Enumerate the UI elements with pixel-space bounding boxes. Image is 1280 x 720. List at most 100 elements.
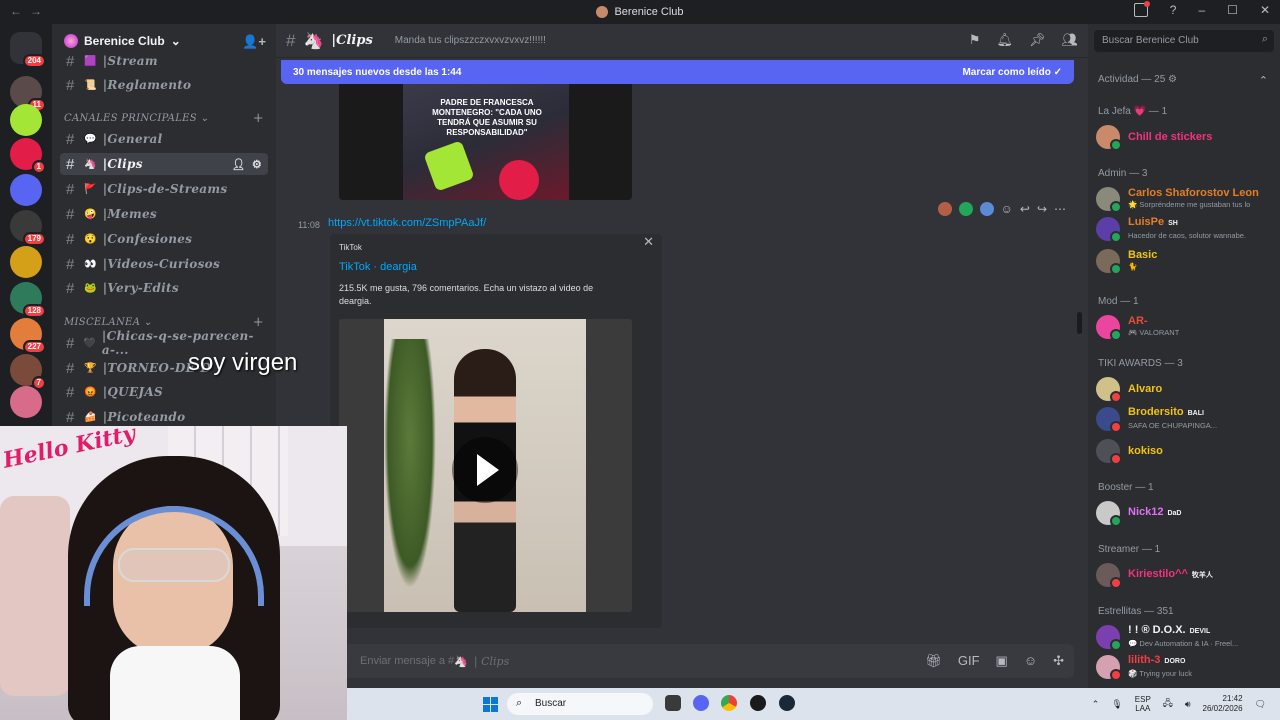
emoji-icon[interactable]: ☺: [1024, 653, 1037, 669]
member-item[interactable]: Basic 🐈: [1096, 246, 1272, 276]
member-item[interactable]: Kiriestilo^^ 牧羊人: [1096, 560, 1272, 590]
reaction-emoji[interactable]: [937, 202, 952, 216]
message-input[interactable]: Enviar mensaje a # 🦄 | Clips 🎁︎ GIF ▣ ☺ …: [334, 644, 1074, 678]
member-item[interactable]: ! ! ® D.O.X. DEVIL 💬 Dev Automation & IA ·…: [1096, 622, 1272, 652]
apps-icon[interactable]: ✣: [1053, 653, 1064, 669]
threads-icon[interactable]: ⚑: [969, 32, 981, 48]
channel-videos-curiosos[interactable]: # 👀 |Videos-Curiosos: [60, 253, 268, 275]
server-icon-6[interactable]: 179: [10, 210, 46, 246]
microphone-icon[interactable]: 🎙︎: [1111, 699, 1122, 710]
invite-icon[interactable]: 👤︎: [232, 158, 246, 171]
avatar: [1096, 125, 1122, 151]
message-link[interactable]: https://vt.tiktok.com/ZSmpPAaJf/: [328, 217, 486, 229]
channel-very-edits[interactable]: # 🐸 |Very-Edits: [60, 277, 268, 299]
server-icon-5[interactable]: [10, 174, 42, 206]
steam-icon[interactable]: [779, 695, 795, 711]
category-header[interactable]: MISCELANEA ⌄ +: [64, 315, 264, 330]
members-icon[interactable]: 👥︎: [1061, 32, 1078, 48]
activity-header[interactable]: Actividad — 25 ⚙: [1098, 74, 1177, 85]
discord-icon[interactable]: [693, 695, 709, 711]
server-icon-4[interactable]: 1: [10, 138, 46, 174]
close-icon[interactable]: ✕: [1260, 3, 1270, 17]
channel-confesiones[interactable]: # 😯 |Confesiones: [60, 228, 268, 250]
forward-icon[interactable]: ↪: [1037, 202, 1047, 216]
maximize-icon[interactable]: ☐: [1227, 3, 1238, 17]
invite-icon[interactable]: 👤+: [242, 34, 266, 50]
taskbar-search[interactable]: ⌕ Buscar: [507, 693, 653, 715]
server-icon-8[interactable]: 128: [10, 282, 46, 318]
inbox-icon[interactable]: [1133, 1, 1150, 17]
member-item[interactable]: lilith-3 DORO 🎲 Trying your luck: [1096, 652, 1272, 682]
chevron-up-icon[interactable]: ⌃: [1259, 74, 1268, 87]
chat-area: # 🦄 |Clips Manda tus clipszzczxvxvzvxvz!…: [276, 24, 1088, 720]
channel-emoji: 😡: [84, 386, 97, 398]
category-header[interactable]: CANALES PRINCIPALES ⌄ +: [64, 111, 264, 126]
pin-icon[interactable]: 📌︎: [1029, 32, 1046, 48]
member-item[interactable]: Chill de stickers: [1096, 122, 1272, 152]
channel-header: # 🦄 |Clips Manda tus clipszzczxvxvzvxvz!…: [276, 24, 1088, 58]
add-channel-icon[interactable]: +: [253, 111, 264, 126]
channel-quejas[interactable]: # 😡 |QUEJAS: [60, 381, 268, 403]
back-arrow-icon[interactable]: ←: [10, 4, 30, 18]
add-reaction-icon[interactable]: ☺: [1001, 202, 1013, 216]
channel-memes[interactable]: # 🤪 |Memes: [60, 203, 268, 225]
forward-arrow-icon[interactable]: →: [30, 4, 50, 18]
sticker-icon[interactable]: ▣: [996, 653, 1008, 669]
chevron-up-icon[interactable]: ⌃: [1092, 699, 1100, 710]
server-icon-11[interactable]: [10, 386, 42, 418]
previous-image-attachment[interactable]: PADRE DE FRANCESCA MONTENEGRO: "CADA UNO…: [339, 84, 632, 200]
server-icon-9[interactable]: 227: [10, 318, 46, 354]
member-item[interactable]: LuisPe SH Hacedor de caos, solutor wannabe…: [1096, 214, 1272, 244]
play-icon[interactable]: [452, 437, 518, 503]
server-icon-10[interactable]: 7: [10, 354, 46, 390]
server-icon-7[interactable]: [10, 246, 42, 278]
channel-picoteando[interactable]: # 🍰 |Picoteando: [60, 406, 268, 428]
more-icon[interactable]: ⋯: [1054, 202, 1066, 216]
channel-topic[interactable]: Manda tus clipszzczxvxvzvxvz!!!!!!: [395, 35, 546, 46]
gift-icon[interactable]: 🎁︎: [925, 653, 942, 669]
help-icon[interactable]: ?: [1170, 3, 1177, 17]
embed-title[interactable]: TikTok · deargia: [339, 261, 417, 273]
scrollbar-thumb[interactable]: [1077, 312, 1082, 334]
channel-name: |Clips: [331, 33, 373, 48]
reaction-emoji[interactable]: [979, 202, 994, 216]
minimize-icon[interactable]: –: [1198, 3, 1205, 17]
channel-clips-de-streams[interactable]: # 🚩 |Clips-de-Streams: [60, 178, 268, 200]
mark-read-button[interactable]: Marcar como leído ✓: [962, 67, 1062, 78]
gif-icon[interactable]: GIF: [958, 653, 980, 669]
video-thumbnail[interactable]: [339, 319, 632, 612]
windows-start-icon[interactable]: [483, 697, 498, 712]
member-item[interactable]: Carlos Shaforostov Leon 🌟 Sorpréndeme me …: [1096, 184, 1272, 214]
member-item[interactable]: Nick12 DaD: [1096, 498, 1272, 528]
clock[interactable]: 21:42 26/02/2026: [1203, 694, 1243, 714]
link-embed: TikTok TikTok · deargia 215.5K me gusta,…: [330, 234, 662, 628]
member-item[interactable]: Alvaro: [1096, 374, 1272, 404]
member-item[interactable]: kokiso: [1096, 436, 1272, 466]
member-item[interactable]: AR- 🎮 VALORANT: [1096, 312, 1272, 342]
avatar: [1096, 439, 1122, 465]
server-icon-1[interactable]: 204: [10, 32, 46, 68]
channel-general[interactable]: # 💬 |General: [60, 128, 268, 150]
notification-icon[interactable]: 🗨︎: [1255, 699, 1266, 710]
member-item[interactable]: Brodersito BALI SAFA OE CHUPAPINGA...: [1096, 404, 1272, 434]
reply-icon[interactable]: ↩: [1020, 202, 1030, 216]
embed-close-icon[interactable]: ✕: [643, 234, 654, 250]
server-icon-3[interactable]: [10, 104, 42, 136]
network-icon[interactable]: 🖧︎: [1163, 696, 1173, 712]
obs-icon[interactable]: [750, 695, 766, 711]
new-messages-bar[interactable]: 30 mensajes nuevos desde las 1:44 Marcar…: [281, 60, 1074, 84]
channel-reglamento[interactable]: # 📜 |Reglamento: [60, 74, 268, 96]
file-explorer-icon[interactable]: [665, 695, 681, 711]
member-name: Nick12 DaD: [1128, 506, 1182, 518]
channel-stream[interactable]: # 🟪 |Stream: [60, 50, 268, 72]
check-reaction-icon[interactable]: [958, 202, 973, 216]
language-indicator[interactable]: ESP LAA: [1135, 695, 1151, 713]
add-channel-icon[interactable]: +: [253, 315, 264, 330]
gear-icon[interactable]: ⚙: [252, 158, 262, 171]
chrome-icon[interactable]: [721, 695, 737, 711]
nav-arrows[interactable]: ←→: [10, 4, 50, 18]
search-input[interactable]: Buscar Berenice Club ⌕: [1094, 30, 1274, 52]
channel-clips[interactable]: # 🦄 |Clips 👤︎ ⚙: [60, 153, 268, 175]
bell-icon[interactable]: 🔔︎: [996, 32, 1013, 48]
volume-icon[interactable]: 🔊︎: [1185, 699, 1191, 710]
